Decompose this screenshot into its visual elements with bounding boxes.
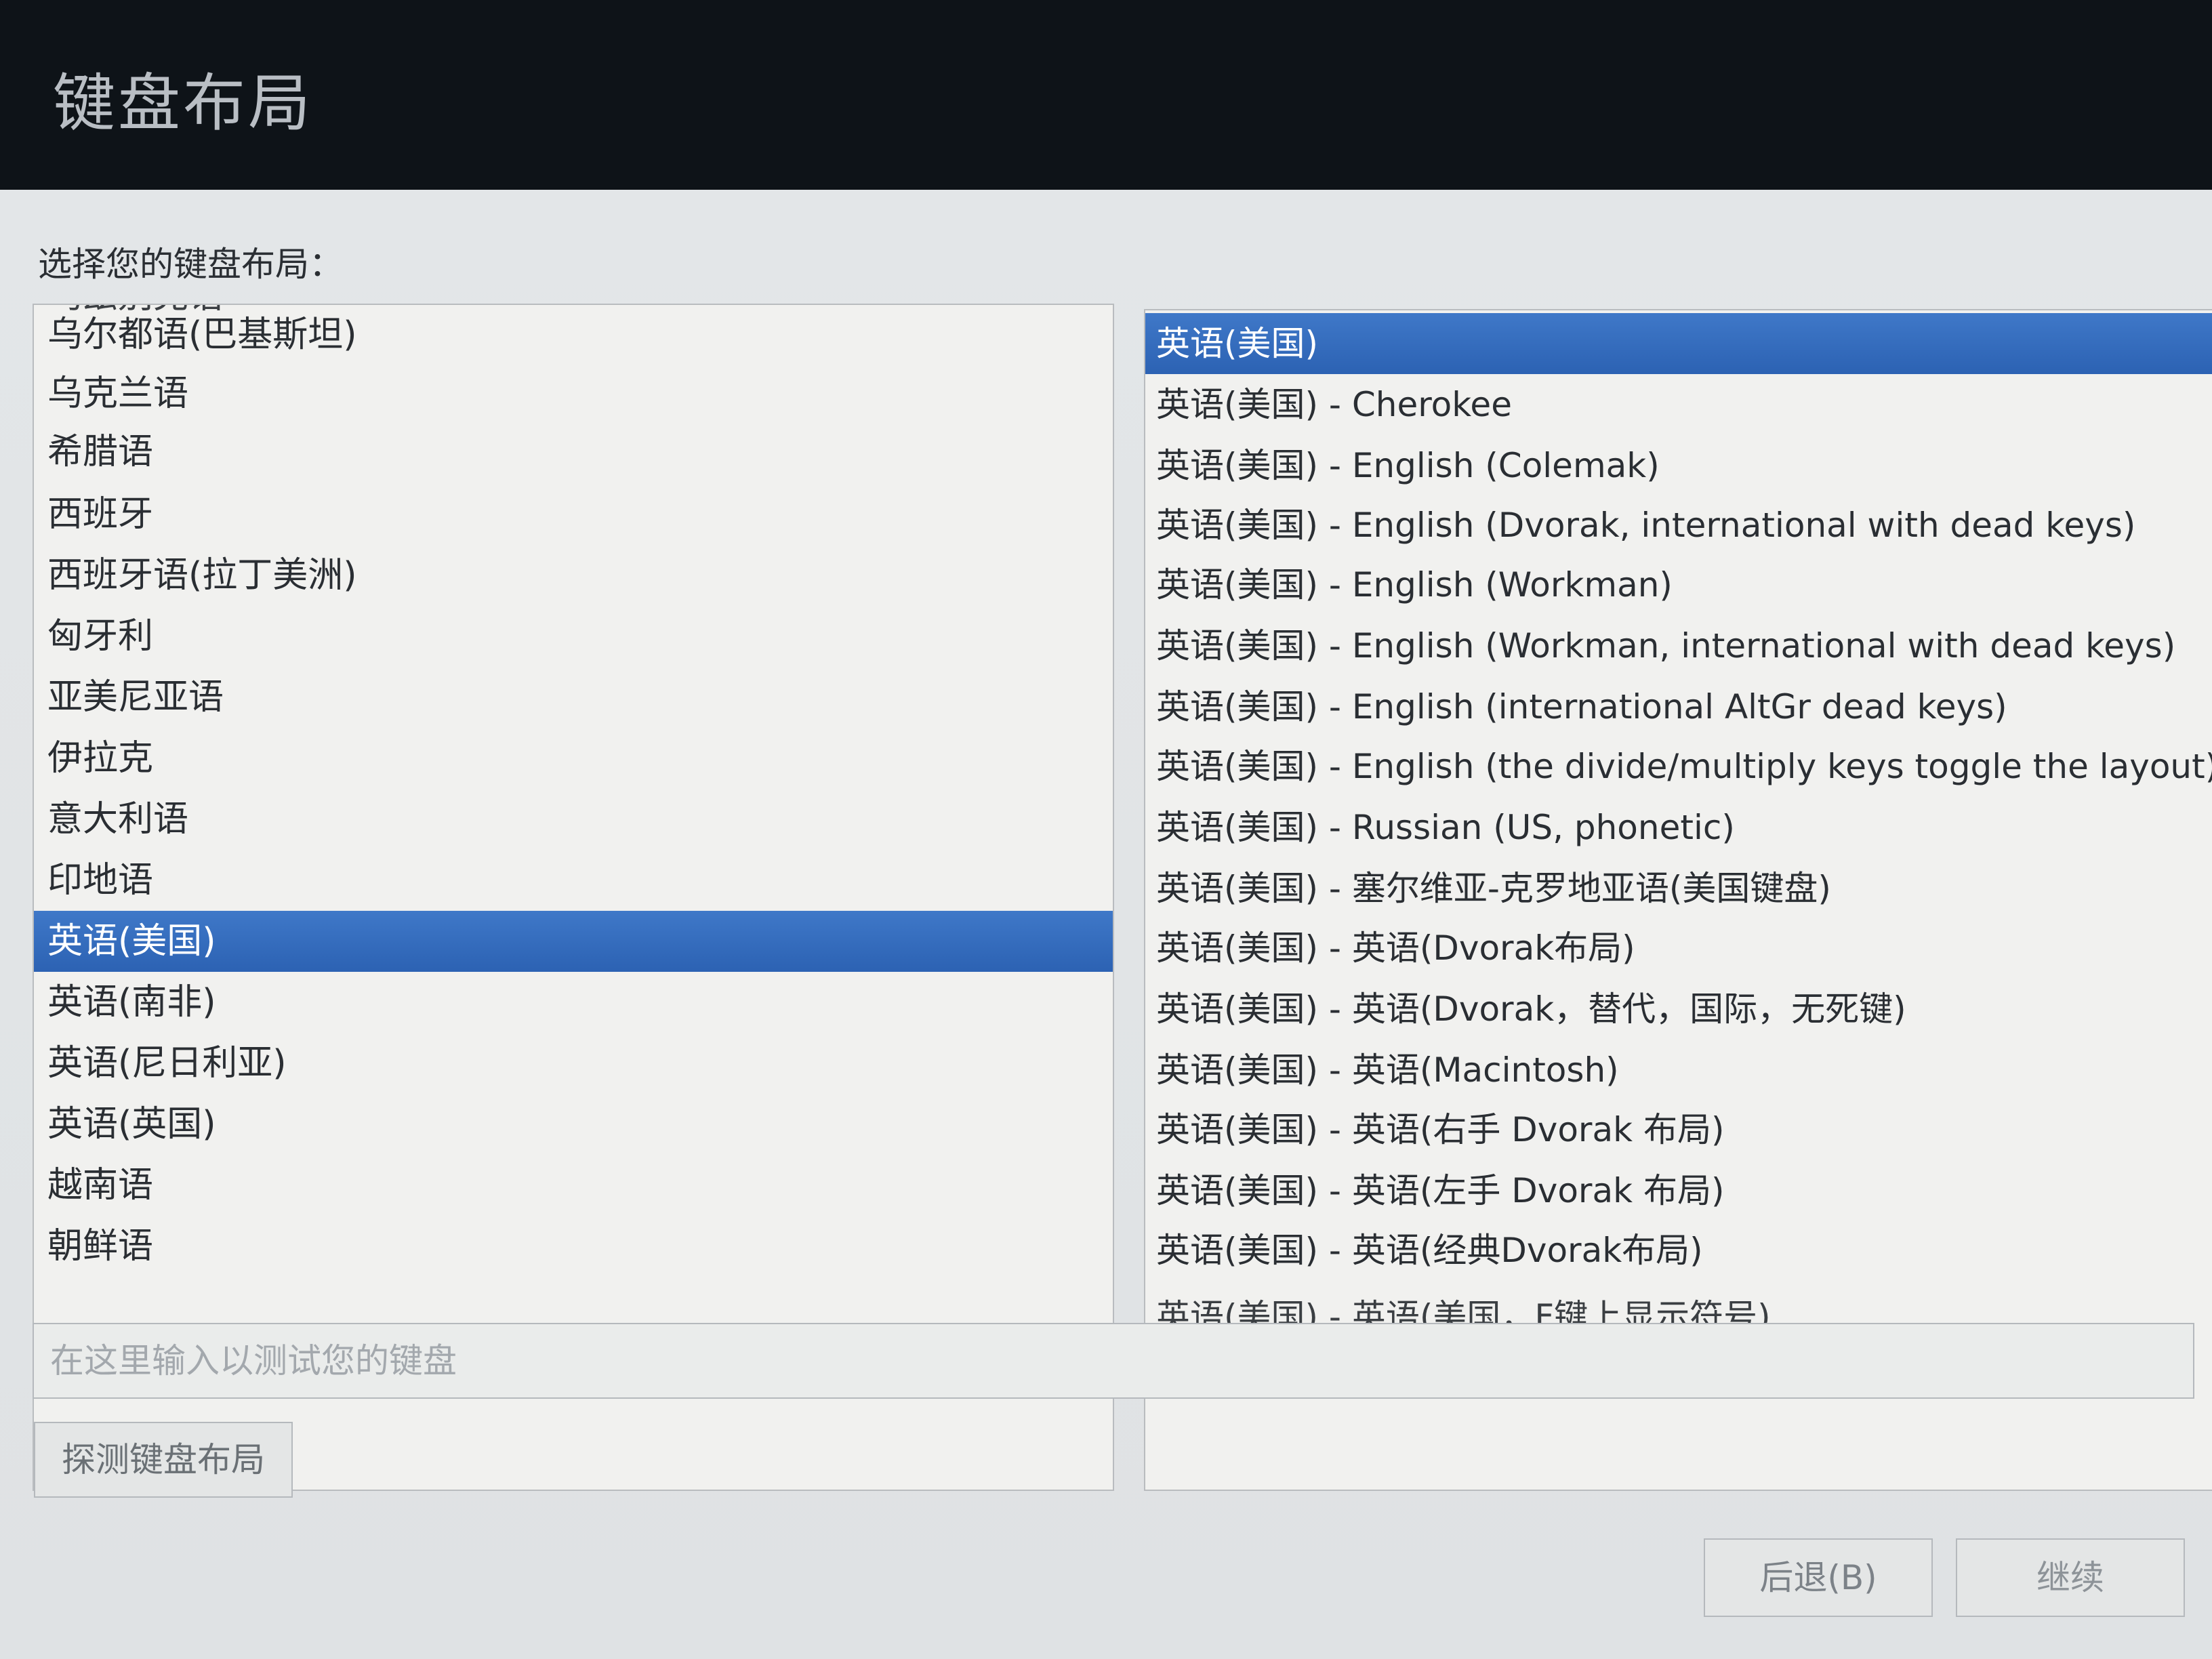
variant-list-item[interactable]: 英语(美国) - Russian (US, phonetic)	[1145, 797, 2212, 858]
variant-list-item[interactable]: 英语(美国) - 塞尔维亚-克罗地亚语(美国键盘)	[1145, 858, 2212, 919]
variant-list[interactable]: 英语(美国) 英语(美国) - Cherokee 英语(美国) - Englis…	[1144, 309, 2212, 1491]
language-list-item[interactable]: 朝鲜语	[34, 1216, 1113, 1277]
variant-list-item[interactable]: 英语(美国) - 英语(经典Dvorak布局)	[1145, 1220, 2212, 1281]
window-header: 键盘布局	[0, 0, 2212, 190]
variant-list-item[interactable]: 英语(美国) - English (the divide/multiply ke…	[1145, 736, 2212, 797]
language-list-item[interactable]: 英语(南非)	[34, 972, 1113, 1033]
language-list-item[interactable]: 乌克兰语	[34, 363, 1113, 424]
variant-list-item[interactable]: 英语(美国) - Cherokee	[1145, 374, 2212, 435]
language-list-item[interactable]: 亚美尼亚语	[34, 667, 1113, 728]
back-button[interactable]: 后退(B)	[1704, 1538, 1933, 1617]
language-list-item[interactable]: 西班牙	[34, 484, 1113, 545]
language-list-item[interactable]: 英语(英国)	[34, 1094, 1113, 1155]
variant-list-item[interactable]: 英语(美国) - 英语(Dvorak布局)	[1145, 918, 2212, 979]
language-list-item[interactable]: 希腊语	[34, 422, 1113, 483]
language-list-item[interactable]: 印地语	[34, 850, 1113, 911]
language-list-item[interactable]: 西班牙语(拉丁美洲)	[34, 545, 1113, 606]
language-list-item[interactable]: 意大利语	[34, 789, 1113, 850]
variant-list-item[interactable]: 英语(美国) - English (Workman)	[1145, 554, 2212, 615]
language-list-item[interactable]: 匈牙利	[34, 606, 1113, 667]
language-list-item[interactable]: 英语(尼日利亚)	[34, 1033, 1113, 1094]
content-area: 选择您的键盘布局： 乌兹别克语 乌尔都语(巴基斯坦) 乌克兰语 希腊语 西班牙 …	[0, 190, 2212, 1659]
variant-list-item[interactable]: 英语(美国) - English (Workman, international…	[1145, 615, 2212, 676]
variant-list-item[interactable]: 英语(美国) - 英语(Dvorak，替代，国际，无死键)	[1145, 979, 2212, 1040]
variant-list-item[interactable]: 英语(美国) - English (Dvorak, international …	[1145, 495, 2212, 556]
variant-list-item[interactable]: 英语(美国) - 英语(左手 Dvorak 布局)	[1145, 1160, 2212, 1221]
variant-list-item[interactable]: 英语(美国) - 英语(右手 Dvorak 布局)	[1145, 1099, 2212, 1160]
variant-list-item[interactable]: 英语(美国) - 英语(Macintosh)	[1145, 1040, 2212, 1101]
window-title: 键盘布局	[53, 67, 314, 140]
keyboard-test-input[interactable]: 在这里输入以测试您的键盘	[33, 1323, 2194, 1399]
language-list-item[interactable]: 越南语	[34, 1155, 1113, 1216]
variant-list-item[interactable]: 英语(美国) - English (international AltGr de…	[1145, 676, 2212, 737]
continue-button[interactable]: 继续	[1956, 1538, 2185, 1617]
language-list[interactable]: 乌兹别克语 乌尔都语(巴基斯坦) 乌克兰语 希腊语 西班牙 西班牙语(拉丁美洲)…	[33, 304, 1114, 1491]
layout-prompt: 选择您的键盘布局：	[38, 245, 343, 284]
variant-list-item[interactable]: 英语(美国) - English (Colemak)	[1145, 435, 2212, 496]
language-list-item[interactable]: 伊拉克	[34, 728, 1113, 789]
variant-list-item-selected[interactable]: 英语(美国)	[1145, 313, 2212, 374]
language-list-item-selected[interactable]: 英语(美国)	[34, 911, 1113, 972]
language-list-item[interactable]: 乌尔都语(巴基斯坦)	[34, 305, 1113, 365]
detect-layout-button[interactable]: 探测键盘布局	[34, 1422, 293, 1498]
